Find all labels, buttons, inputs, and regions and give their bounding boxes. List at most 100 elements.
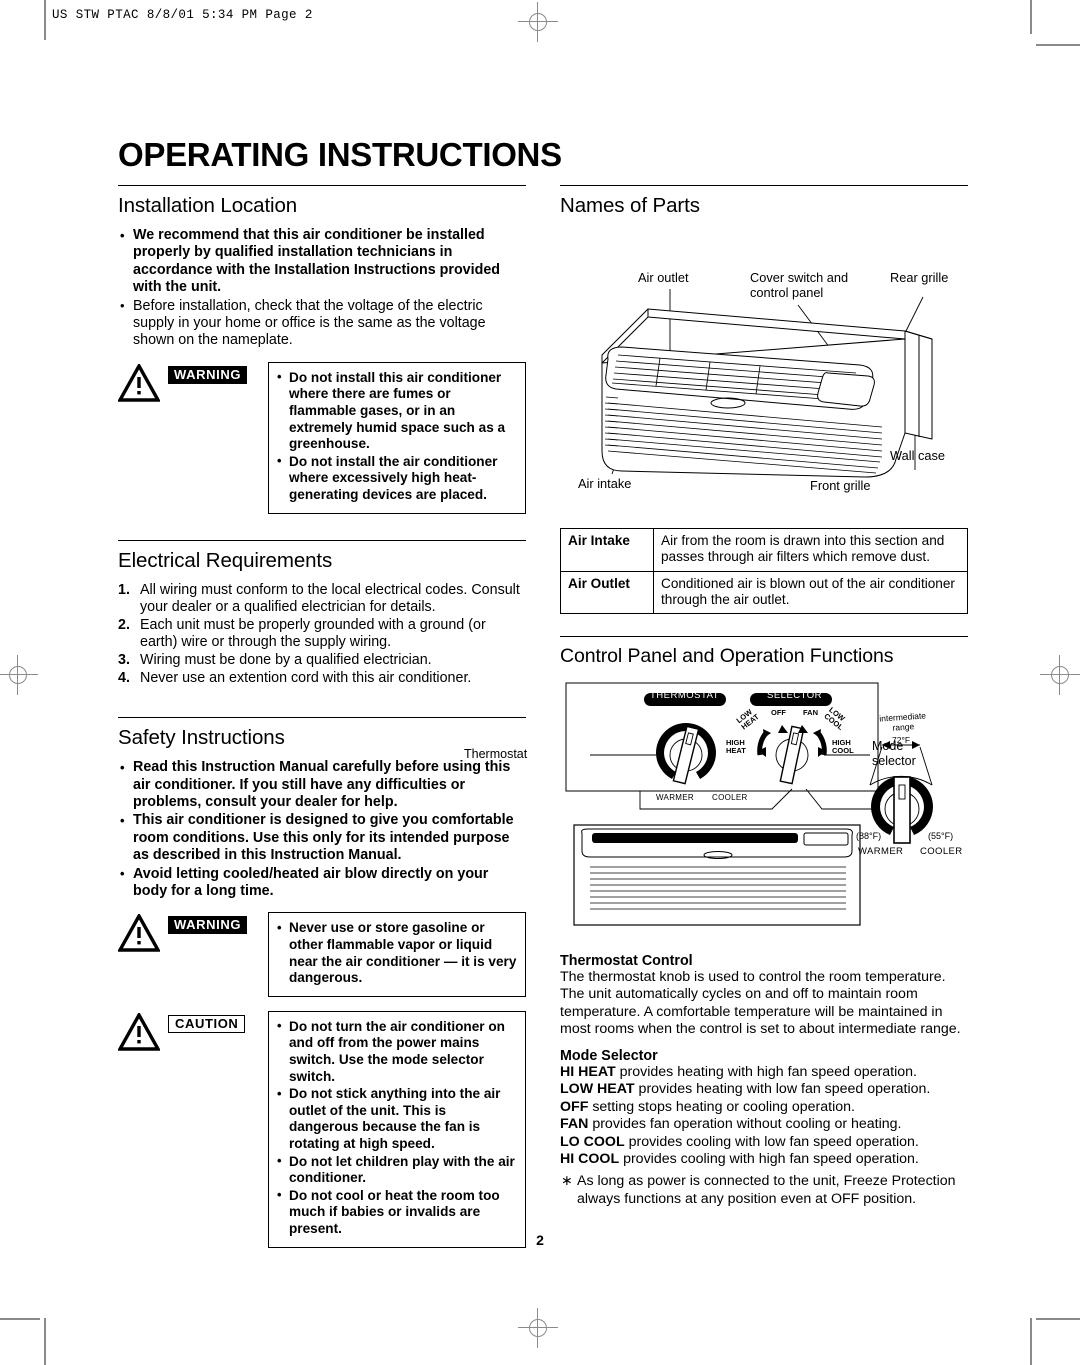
list-item: Do not stick anything into the air outle…	[275, 1086, 517, 1152]
registration-mark-bottom	[518, 1308, 558, 1348]
section-heading-installation-location: Installation Location	[118, 194, 298, 217]
subsection-heading-thermostat-control: Thermostat Control	[560, 953, 693, 970]
section-rule	[118, 539, 526, 541]
list-item: This air conditioner is designed to give…	[118, 812, 526, 864]
list-item: We recommend that this air conditioner b…	[118, 227, 526, 297]
mode-term: FAN	[560, 1116, 589, 1133]
list-item: Before installation, check that the volt…	[118, 297, 526, 350]
table-cell-key: Air Intake	[560, 528, 654, 572]
selector-position-high-heat: HIGH HEAT	[726, 738, 746, 756]
detail-cooler-label: COOLER	[920, 846, 963, 858]
callout-front-grille: Front grille	[810, 478, 871, 493]
caution-bullet-list: Do not turn the air conditioner on and o…	[275, 1018, 517, 1238]
crop-mark-bottom-left-v	[44, 1318, 46, 1365]
list-number: 1.	[118, 581, 130, 598]
label-thermostat-warmer: WARMER	[656, 793, 694, 803]
list-item: LO COOL provides cooling with low fan sp…	[560, 1134, 968, 1151]
page-number: 2	[536, 1232, 544, 1248]
label-thermostat: Thermostat	[464, 747, 528, 762]
list-item: Never use or store gasoline or other fla…	[275, 920, 517, 986]
list-item: Do not install the air conditioner where…	[275, 453, 517, 504]
callout-wall-case: Wall case	[890, 448, 945, 463]
installation-bullet-list: We recommend that this air conditioner b…	[118, 227, 526, 350]
safety-bullet-list: Read this Instruction Manual carefully b…	[118, 759, 526, 900]
slug-divider	[44, 6, 46, 40]
mode-desc: provides cooling with low fan speed oper…	[624, 1133, 919, 1150]
list-item: LOW HEAT provides heating with low fan s…	[560, 1081, 968, 1098]
list-item: Do not turn the air conditioner on and o…	[275, 1018, 517, 1085]
section-rule	[118, 717, 526, 719]
mode-term: OFF	[560, 1098, 589, 1115]
crop-mark-bottom-left-h	[0, 1318, 40, 1320]
mode-desc: provides cooling with high fan speed ope…	[619, 1151, 919, 1168]
detail-warmer-label: WARMER	[858, 846, 904, 858]
left-column: Installation Location We recommend that …	[118, 185, 526, 1248]
registration-mark-top	[518, 2, 558, 42]
callout-rear-grille: Rear grille	[890, 270, 949, 285]
document-page: US STW PTAC 8/8/01 5:34 PM Page 2 OPERAT…	[0, 0, 1080, 1365]
detail-cooler-temp: (55°F)	[928, 831, 954, 842]
list-item: 4. Never use an extention cord with this …	[118, 670, 526, 688]
badge-label-thermostat: THERMOSTAT	[650, 690, 720, 702]
warning-bullet-list: Do not install this air conditioner wher…	[275, 369, 517, 504]
page-title: OPERATING INSTRUCTIONS	[118, 136, 562, 173]
registration-mark-left	[0, 655, 38, 695]
badge-label-selector: SELECTOR	[767, 690, 823, 702]
footnote-text: As long as power is connected to the uni…	[577, 1173, 956, 1207]
list-text: Wiring must be done by a qualified elect…	[140, 651, 432, 668]
crop-mark-top-right-h	[1036, 44, 1080, 46]
warning-tag: WARNING	[168, 365, 248, 384]
caution-tag: CAUTION	[168, 1014, 246, 1033]
list-item: HI COOL provides cooling with high fan s…	[560, 1151, 968, 1168]
table-row: Air Intake Air from the room is drawn in…	[560, 528, 968, 572]
crop-mark-bottom-right-h	[1036, 1318, 1080, 1320]
warning-tag: WARNING	[168, 916, 248, 935]
mode-selector-list: HI HEAT provides heating with high fan s…	[560, 1064, 968, 1168]
section-rule	[560, 636, 968, 638]
list-text: Never use an extention cord with this ai…	[140, 669, 472, 686]
mode-term: HI HEAT	[560, 1064, 616, 1080]
table-cell-key: Air Outlet	[560, 570, 654, 615]
mode-desc: provides fan operation without cooling o…	[588, 1116, 902, 1133]
crop-mark-top-right-v	[1030, 0, 1032, 34]
electrical-requirements-list: 1. All wiring must conform to the local e…	[118, 582, 526, 688]
caution-triangle-icon	[118, 1012, 160, 1051]
list-item: FAN provides fan operation without cooli…	[560, 1116, 968, 1133]
caution-box: Do not turn the air conditioner on and o…	[268, 1010, 526, 1248]
warning-triangle-icon	[118, 363, 160, 402]
table-cell-desc: Air from the room is drawn into this sec…	[653, 528, 968, 572]
mode-term: LO COOL	[560, 1133, 625, 1150]
list-number: 3.	[118, 651, 130, 668]
callout-air-outlet: Air outlet	[638, 270, 689, 285]
mode-desc: setting stops heating or cooling operati…	[588, 1098, 855, 1115]
file-slug-line: US STW PTAC 8/8/01 5:34 PM Page 2	[52, 8, 313, 22]
list-text: Each unit must be properly grounded with…	[140, 616, 486, 651]
mode-desc: provides heating with low fan speed oper…	[634, 1081, 931, 1098]
list-number: 4.	[118, 669, 130, 686]
table-cell-desc: Conditioned air is blown out of the air …	[653, 570, 968, 615]
registration-mark-right	[1040, 655, 1080, 695]
crop-mark-bottom-right-v	[1030, 1318, 1032, 1365]
callout-cover-switch-control-panel: Cover switch and control panel	[750, 270, 849, 300]
warning-triangle-icon	[118, 914, 160, 953]
list-item: HI HEAT provides heating with high fan s…	[560, 1064, 968, 1081]
control-panel-figure: THERMOSTAT SELECTOR Thermostat Mode selec…	[464, 677, 968, 947]
section-heading-names-of-parts: Names of Parts	[560, 194, 700, 217]
table-row: Air Outlet Conditioned air is blown out …	[560, 570, 968, 615]
right-column: Names of Parts Air outlet Cover switch a…	[464, 185, 968, 1208]
parts-description-table: Air Intake Air from the room is drawn in…	[560, 528, 968, 615]
list-item: Read this Instruction Manual carefully b…	[118, 759, 526, 811]
label-thermostat-cooler: COOLER	[712, 793, 748, 803]
warning-bullet-list: Never use or store gasoline or other fla…	[275, 920, 517, 986]
list-text: All wiring must conform to the local ele…	[140, 581, 520, 616]
selector-position-high-cool: HIGH COOL	[832, 738, 854, 756]
section-rule	[118, 185, 526, 186]
ptac-unit-figure: Air outlet Cover switch and control panel…	[560, 227, 968, 522]
thermostat-control-paragraph: The thermostat knob is used to control t…	[560, 969, 961, 1037]
mode-term: LOW HEAT	[560, 1081, 635, 1098]
list-item: Do not install this air conditioner wher…	[275, 369, 517, 453]
selector-position-fan: FAN	[803, 708, 818, 718]
section-rule	[560, 185, 968, 186]
asterisk-icon: ∗	[561, 1173, 573, 1190]
